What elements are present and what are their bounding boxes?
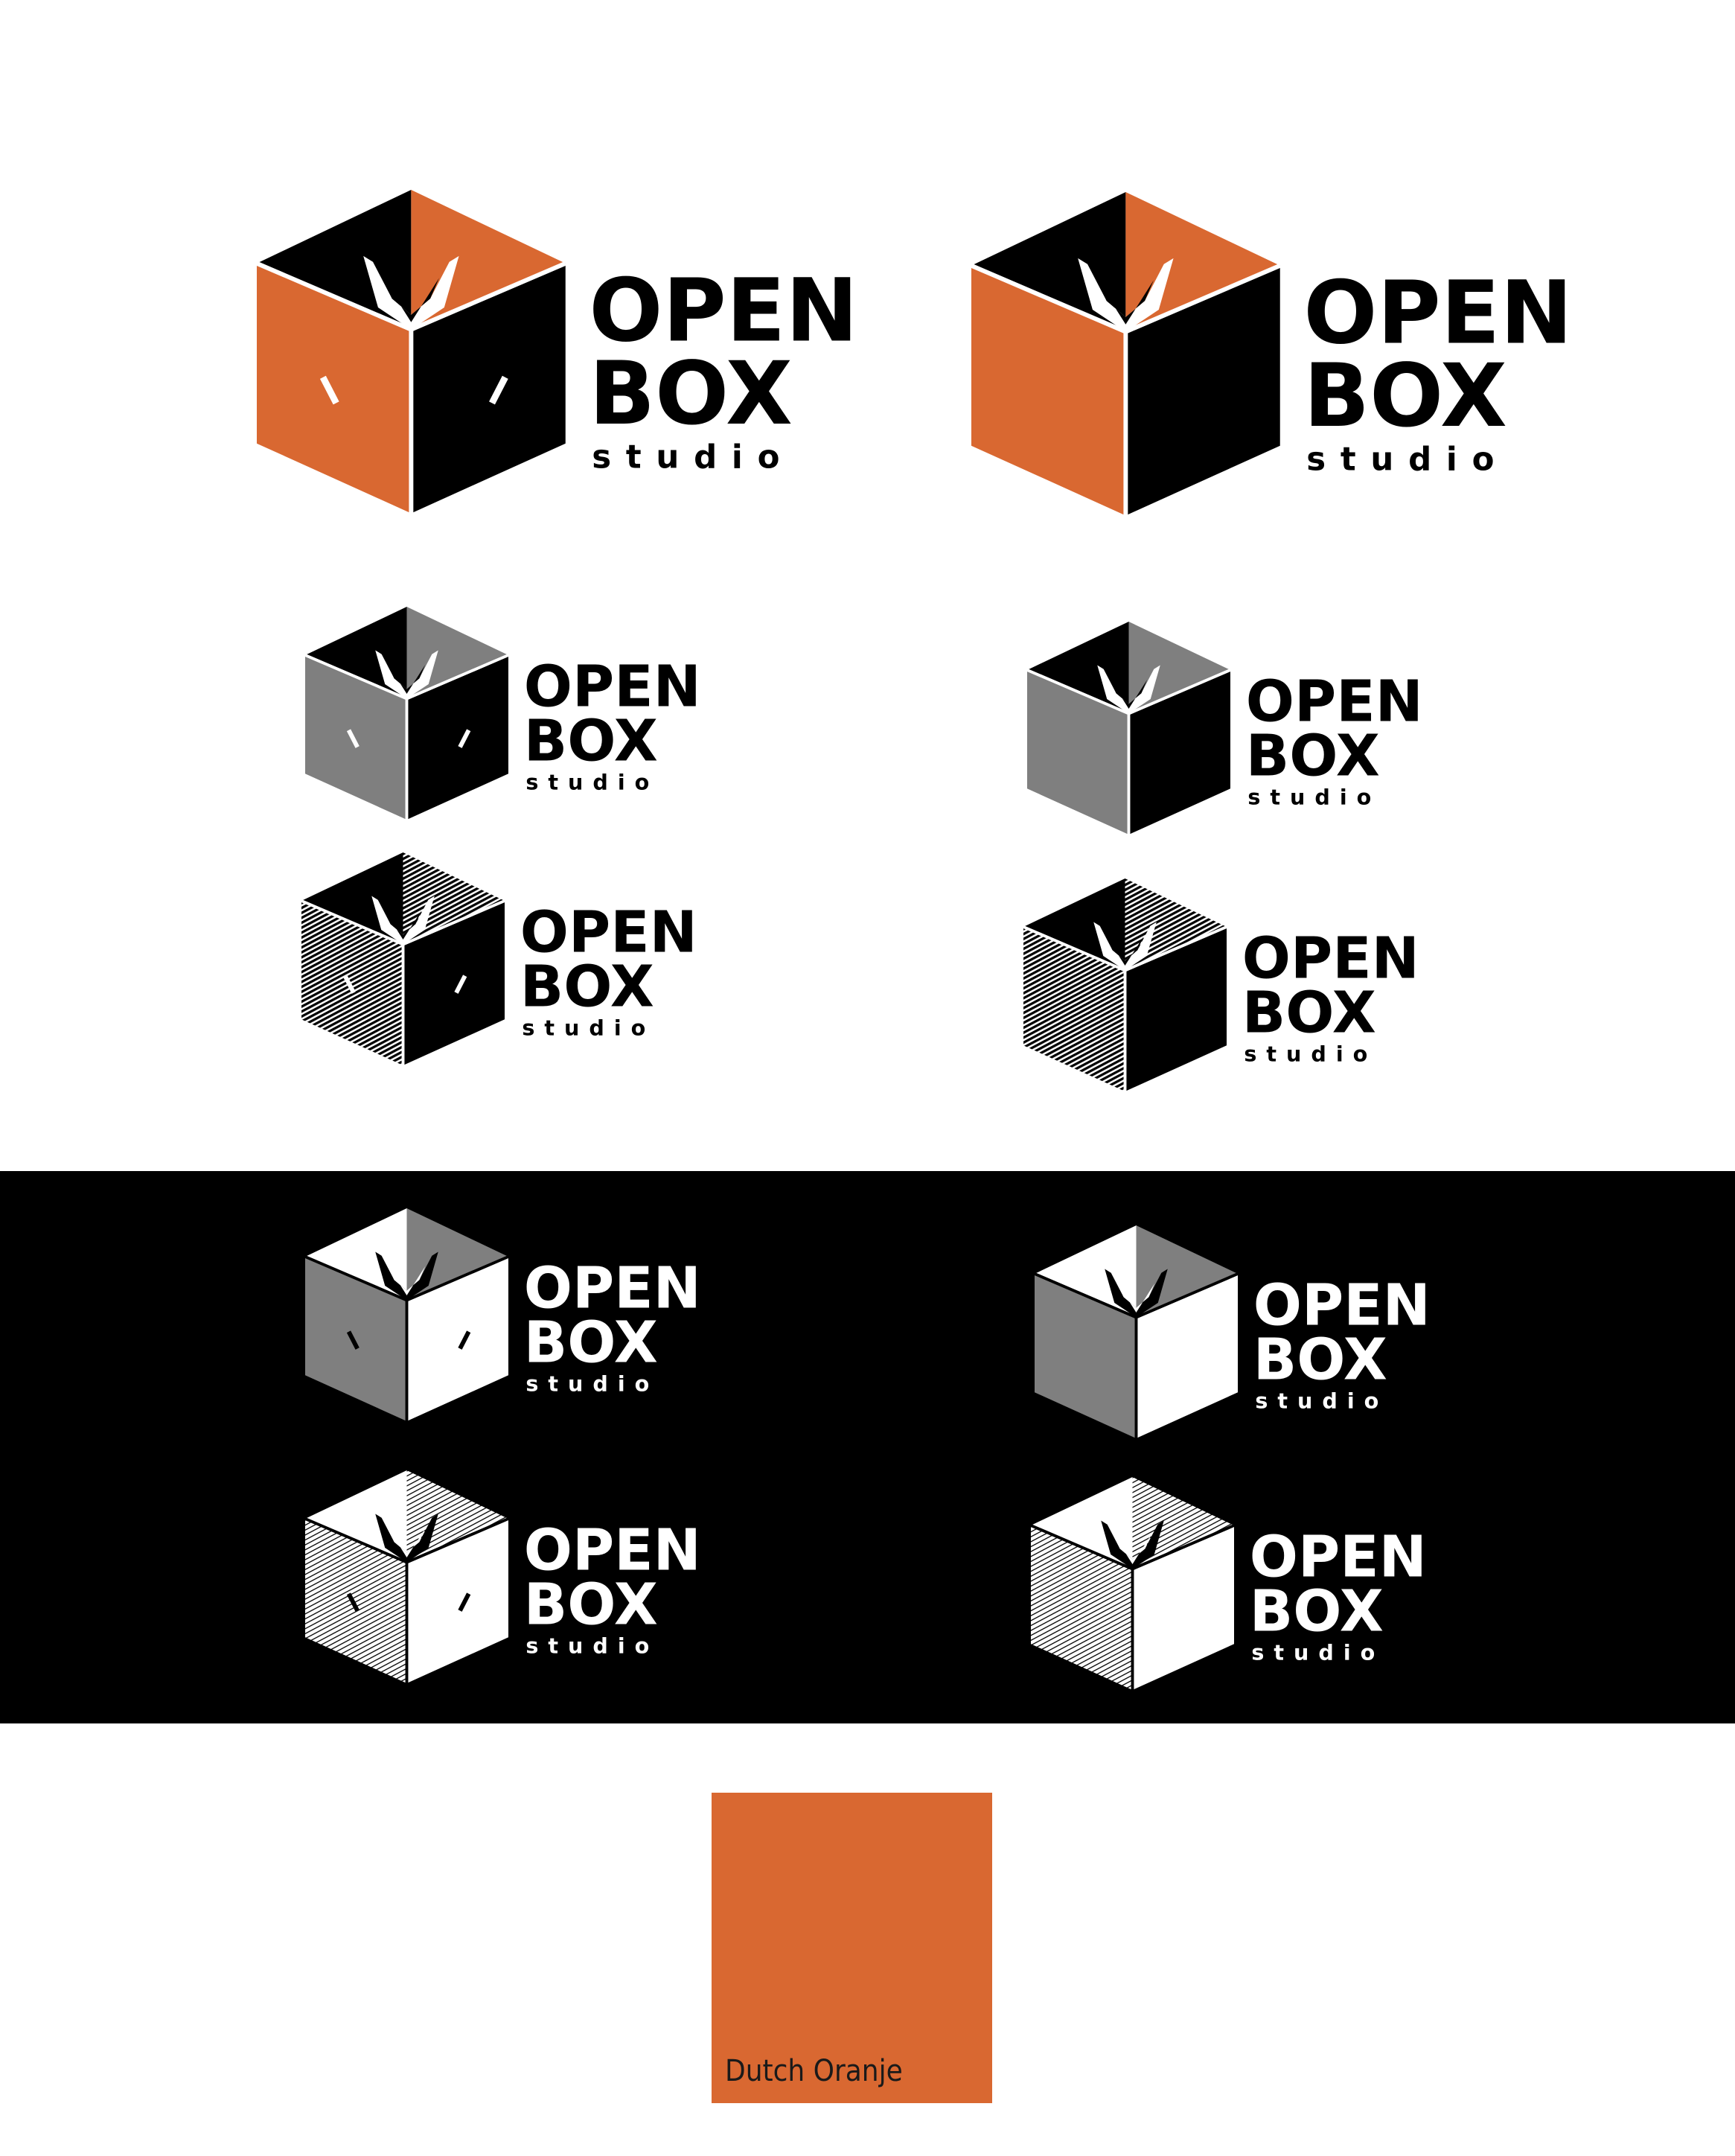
wordmark-studio: studio bbox=[1306, 441, 1509, 478]
wordmark: OPEN BOX studio bbox=[1253, 1272, 1431, 1413]
logo-orange-plain: OPEN BOX studio bbox=[970, 192, 1573, 516]
wordmark: OPEN BOX studio bbox=[1303, 263, 1573, 478]
wordmark-box: BOX bbox=[524, 1572, 658, 1639]
wordmark-studio: studio bbox=[1247, 785, 1381, 810]
logo-inverse-hatch-plain: OPEN BOX studio bbox=[1030, 1477, 1427, 1690]
logo-orange-eyes: OPEN BOX studio bbox=[255, 190, 858, 514]
wordmark-studio: studio bbox=[525, 1633, 659, 1659]
wordmark-box: BOX bbox=[1242, 980, 1376, 1047]
logo-inverse-gray-plain: OPEN BOX studio bbox=[1034, 1225, 1431, 1438]
wordmark-studio: studio bbox=[1244, 1042, 1377, 1067]
box-icon bbox=[304, 607, 509, 820]
wordmark-box: BOX bbox=[1303, 346, 1507, 447]
swatch-label: Dutch Oranje bbox=[725, 2054, 903, 2088]
color-swatch: Dutch Oranje bbox=[712, 1793, 992, 2103]
box-icon bbox=[301, 852, 505, 1065]
box-icon bbox=[970, 192, 1281, 516]
wordmark-studio: studio bbox=[592, 438, 794, 476]
wordmark-box: BOX bbox=[524, 709, 658, 775]
wordmark-box: BOX bbox=[1246, 724, 1380, 790]
wordmark: OPEN BOX studio bbox=[1250, 1524, 1427, 1665]
box-icon bbox=[304, 1208, 509, 1421]
logo-gray-plain: OPEN BOX studio bbox=[1026, 622, 1423, 835]
box-icon bbox=[1026, 622, 1231, 835]
box-icon bbox=[255, 190, 566, 514]
wordmark-box: BOX bbox=[589, 344, 793, 444]
wordmark: OPEN BOX studio bbox=[1242, 925, 1419, 1066]
wordmark-box: BOX bbox=[520, 954, 654, 1021]
box-icon bbox=[304, 1470, 509, 1683]
wordmark-studio: studio bbox=[1251, 1640, 1384, 1665]
wordmark: OPEN BOX studio bbox=[1246, 669, 1423, 809]
wordmark: OPEN BOX studio bbox=[589, 261, 858, 476]
logo-gray-eyes: OPEN BOX studio bbox=[304, 607, 701, 820]
box-icon bbox=[1034, 1225, 1239, 1438]
logo-inverse-gray-eyes: OPEN BOX studio bbox=[304, 1208, 701, 1421]
wordmark: OPEN BOX studio bbox=[524, 654, 701, 794]
wordmark-studio: studio bbox=[525, 1371, 659, 1397]
wordmark-studio: studio bbox=[525, 770, 659, 795]
box-icon bbox=[1023, 878, 1227, 1091]
wordmark-box: BOX bbox=[1250, 1579, 1384, 1645]
box-icon bbox=[1030, 1477, 1235, 1690]
wordmark: OPEN BOX studio bbox=[524, 1517, 701, 1658]
wordmark: OPEN BOX studio bbox=[524, 1255, 701, 1396]
wordmark-studio: studio bbox=[522, 1015, 655, 1041]
logo-hatch-eyes: OPEN BOX studio bbox=[301, 852, 697, 1065]
wordmark-box: BOX bbox=[524, 1310, 658, 1377]
wordmark-studio: studio bbox=[1255, 1388, 1388, 1414]
dark-background-band bbox=[0, 1171, 1735, 1723]
logo-inverse-hatch-eyes: OPEN BOX studio bbox=[304, 1470, 701, 1683]
wordmark-box: BOX bbox=[1253, 1327, 1387, 1394]
wordmark: OPEN BOX studio bbox=[520, 899, 697, 1040]
logo-hatch-plain: OPEN BOX studio bbox=[1023, 878, 1419, 1091]
